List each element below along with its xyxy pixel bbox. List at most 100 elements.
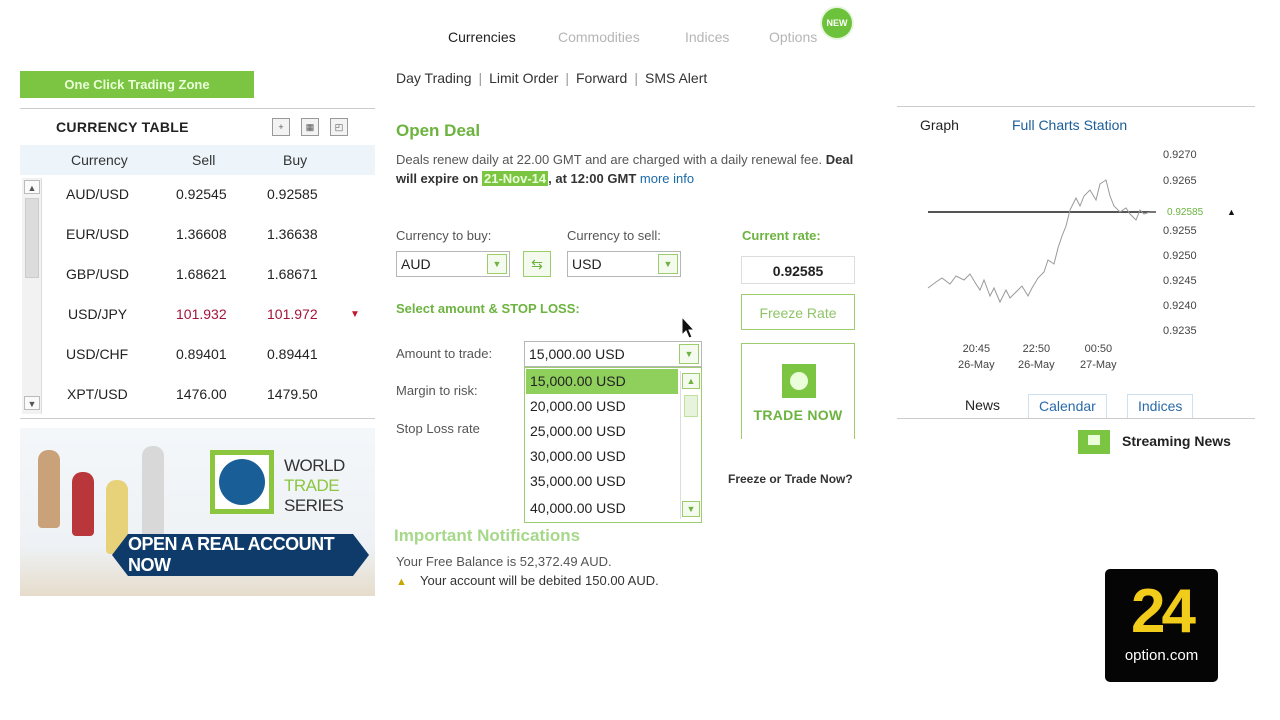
amount-label: Amount to trade: (396, 346, 493, 361)
tab-indices[interactable]: Indices (685, 29, 729, 45)
amount-value: 15,000.00 USD (529, 346, 625, 362)
currency-table-scrollbar[interactable]: ▲ ▼ (22, 178, 42, 414)
new-badge: NEW (822, 8, 852, 38)
amount-option[interactable]: 25,000.00 USD (526, 419, 678, 444)
sub-nav: Day Trading | Limit Order | Forward | SMS Aler… (396, 70, 707, 86)
freeze-rate-button[interactable]: Freeze Rate (741, 294, 855, 330)
popout-icon[interactable]: ◰ (330, 118, 348, 136)
currency-buy-select[interactable]: AUD ▼ (396, 251, 510, 277)
table-row[interactable]: GBP/USD 1.68621 1.68671 (46, 256, 376, 296)
open-real-account-button[interactable]: OPEN A REAL ACCOUNT NOW (112, 534, 369, 576)
chevron-down-icon[interactable]: ▼ (487, 254, 507, 274)
amount-option[interactable]: 35,000.00 USD (526, 469, 678, 494)
tab-indices-bottom[interactable]: Indices (1127, 394, 1194, 418)
sell-price[interactable]: 0.92545 (176, 186, 227, 202)
x-tick-date: 27-May (1080, 359, 1117, 371)
swap-currencies-icon[interactable]: ⇆ (523, 251, 551, 277)
table-row[interactable]: EUR/USD 1.36608 1.36638 (46, 216, 376, 256)
currency-sell-select[interactable]: USD ▼ (567, 251, 681, 277)
y-tick: 0.9255 (1163, 225, 1197, 237)
info-icon: ▲ (396, 576, 407, 588)
amount-option[interactable]: 15,000.00 USD (526, 369, 678, 394)
banner-person (142, 446, 164, 536)
nav-limit-order[interactable]: Limit Order (489, 70, 558, 86)
sell-price[interactable]: 101.932 (176, 306, 227, 322)
grid-icon[interactable]: ▦ (301, 118, 319, 136)
tab-news[interactable]: News (955, 394, 1010, 418)
scroll-down-icon[interactable]: ▼ (24, 396, 40, 410)
trade-now-button[interactable]: TRADE NOW (741, 343, 855, 439)
y-tick: 0.9265 (1163, 175, 1197, 187)
nav-forward[interactable]: Forward (576, 70, 627, 86)
y-tick: 0.9240 (1163, 300, 1197, 312)
amount-option[interactable]: 20,000.00 USD (526, 394, 678, 419)
table-row[interactable]: AUD/USD 0.92545 0.92585 (46, 176, 376, 216)
tab-currencies[interactable]: Currencies (448, 29, 516, 45)
tab-commodities[interactable]: Commodities (558, 29, 640, 45)
buy-price[interactable]: 1.36638 (267, 226, 318, 242)
scroll-up-icon[interactable]: ▲ (24, 180, 40, 194)
amount-dropdown-list[interactable]: 15,000.00 USD 20,000.00 USD 25,000.00 US… (524, 367, 702, 523)
buy-price[interactable]: 0.92585 (267, 186, 318, 202)
pair: XPT/USD (67, 386, 128, 402)
scroll-up-icon[interactable]: ▲ (682, 373, 700, 389)
amount-select[interactable]: 15,000.00 USD ▼ (524, 341, 702, 367)
table-row[interactable]: USD/CHF 0.89401 0.89441 (46, 336, 376, 376)
sell-price[interactable]: 1476.00 (176, 386, 227, 402)
currency-sell-label: Currency to sell: (567, 228, 661, 243)
sell-price[interactable]: 1.68621 (176, 266, 227, 282)
one-click-trading-zone[interactable]: One Click Trading Zone (20, 71, 254, 98)
buy-price[interactable]: 1479.50 (267, 386, 318, 402)
notifications-title: Important Notifications (394, 526, 581, 545)
streaming-news-button[interactable]: Streaming News (1078, 428, 1248, 454)
x-tick: 00:50 27-May (1080, 341, 1117, 373)
sell-price[interactable]: 1.36608 (176, 226, 227, 242)
table-row[interactable]: USD/JPY 101.932 101.972 ▼ (46, 296, 376, 336)
deal-note: Deals renew daily at 22.00 GMT and are c… (396, 150, 866, 188)
amount-option[interactable]: 30,000.00 USD (526, 444, 678, 469)
scroll-thumb[interactable] (684, 395, 698, 417)
expand-icon[interactable]: + (272, 118, 290, 136)
divider (897, 418, 1255, 419)
x-tick-date: 26-May (958, 359, 995, 371)
nav-separator: | (478, 70, 483, 86)
amount-option[interactable]: 40,000.00 USD (526, 496, 678, 521)
logo-number: 24 (1131, 577, 1196, 646)
y-tick: 0.9245 (1163, 275, 1197, 287)
price-down-icon: ▼ (350, 309, 360, 320)
sell-price[interactable]: 0.89401 (176, 346, 227, 362)
x-tick-time: 00:50 (1084, 343, 1113, 355)
scroll-down-icon[interactable]: ▼ (682, 501, 700, 517)
pair: USD/CHF (66, 346, 129, 362)
buy-price[interactable]: 101.972 (267, 306, 318, 322)
world-trade-series-logo: WORLD TRADE SERIES (284, 456, 345, 516)
tab-graph[interactable]: Graph (920, 117, 959, 133)
buy-price[interactable]: 0.89441 (267, 346, 318, 362)
wts-line2: TRADE (284, 476, 340, 495)
trade-icon (782, 364, 816, 398)
pair: EUR/USD (66, 226, 130, 242)
scroll-thumb[interactable] (25, 198, 39, 278)
dropdown-scrollbar[interactable]: ▲ ▼ (680, 371, 700, 519)
x-tick: 22:50 26-May (1018, 341, 1055, 373)
currency-table-title: CURRENCY TABLE (56, 119, 189, 135)
current-rate-value: 0.92585 (741, 256, 855, 284)
trade-now-label: TRADE NOW (753, 407, 843, 423)
tab-full-charts-station[interactable]: Full Charts Station (1012, 117, 1127, 133)
chevron-down-icon[interactable]: ▼ (658, 254, 678, 274)
pair: AUD/USD (66, 186, 130, 202)
nav-day-trading[interactable]: Day Trading (396, 70, 471, 86)
buy-price[interactable]: 1.68671 (267, 266, 318, 282)
y-tick: 0.9270 (1163, 149, 1197, 161)
tab-options[interactable]: Options (769, 29, 817, 45)
streaming-news-label: Streaming News (1122, 433, 1231, 449)
tab-calendar[interactable]: Calendar (1028, 394, 1107, 418)
top-tabs: Currencies Commodities Indices Options (440, 26, 860, 50)
logo-site: option.com (1124, 647, 1199, 664)
nav-sms-alert[interactable]: SMS Alert (645, 70, 707, 86)
chevron-down-icon[interactable]: ▼ (679, 344, 699, 364)
freeze-or-trade-link[interactable]: Freeze or Trade Now? (728, 472, 853, 486)
promo-banner[interactable]: WORLD TRADE SERIES OPEN A REAL ACCOUNT N… (20, 428, 375, 596)
table-row[interactable]: XPT/USD 1476.00 1479.50 (46, 376, 376, 416)
more-info-link[interactable]: more info (640, 171, 694, 186)
